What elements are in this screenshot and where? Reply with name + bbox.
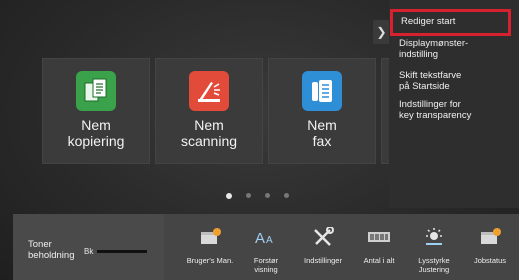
- brightness-adjust-button[interactable]: Lysstyrke Justering: [405, 214, 463, 280]
- settings-button[interactable]: Indstillinger: [294, 214, 352, 280]
- settings-label: Indstillinger: [304, 256, 342, 265]
- tile-easy-copy-label: Nem kopiering: [67, 117, 125, 149]
- enlarge-display-label: Forstør visning: [253, 256, 279, 274]
- enlarge-display-button[interactable]: A A Forstør visning: [237, 214, 295, 280]
- chevron-right-icon[interactable]: ❯: [373, 20, 390, 44]
- tile-easy-scan-label: Nem scanning: [180, 117, 238, 149]
- job-status-label: Jobstatus: [473, 256, 507, 265]
- total-count-button[interactable]: Antal i alt: [350, 214, 408, 280]
- page-dot[interactable]: [226, 192, 232, 199]
- tile-easy-fax[interactable]: Nem fax: [268, 58, 376, 164]
- bottom-bar: Toner beholdning Bk Bruger's Man. A A Fo…: [13, 214, 519, 280]
- text-size-icon: A A: [254, 227, 278, 247]
- menu-item-edit-home[interactable]: Rediger start: [390, 9, 511, 36]
- menu-item-display-pattern[interactable]: Displaymønster- indstilling: [399, 38, 514, 60]
- svg-text:A: A: [255, 230, 265, 246]
- fax-icon: [302, 71, 342, 111]
- page-indicator: [226, 192, 289, 199]
- page-dot[interactable]: [265, 193, 270, 198]
- copy-icon: [76, 71, 116, 111]
- job-status-button[interactable]: Jobstatus: [461, 214, 519, 280]
- svg-text:A: A: [266, 235, 273, 246]
- home-screen: Nem kopiering Nem scanning Nem fax ❯ Red…: [0, 0, 519, 280]
- counter-icon: [367, 227, 391, 247]
- scan-icon: [189, 71, 229, 111]
- toner-level-bar: [97, 250, 147, 253]
- operation-manual-button[interactable]: Bruger's Man.: [181, 214, 239, 280]
- page-dot[interactable]: [284, 193, 289, 198]
- job-status-icon: [478, 227, 502, 247]
- tile-easy-fax-label: Nem fax: [307, 117, 337, 149]
- brightness-icon: [422, 227, 446, 247]
- toner-color-code: Bk: [84, 247, 94, 256]
- menu-item-key-transparency[interactable]: Indstillinger for key transparency: [399, 99, 514, 121]
- manual-book-icon: [198, 227, 222, 247]
- tile-easy-copy[interactable]: Nem kopiering: [42, 58, 150, 164]
- side-menu: Rediger start Displaymønster- indstillin…: [389, 0, 519, 208]
- toner-status: Toner beholdning Bk: [13, 214, 164, 280]
- wrench-screwdriver-icon: [311, 227, 335, 247]
- tile-easy-scan[interactable]: Nem scanning: [155, 58, 263, 164]
- total-count-label: Antal i alt: [363, 256, 395, 265]
- menu-item-text-color[interactable]: Skift tekstfarve på Startside: [399, 70, 514, 92]
- operation-manual-label: Bruger's Man.: [186, 256, 234, 265]
- toner-label: Toner beholdning: [28, 239, 75, 261]
- page-dot[interactable]: [246, 193, 251, 198]
- brightness-adjust-label: Lysstyrke Justering: [418, 256, 450, 274]
